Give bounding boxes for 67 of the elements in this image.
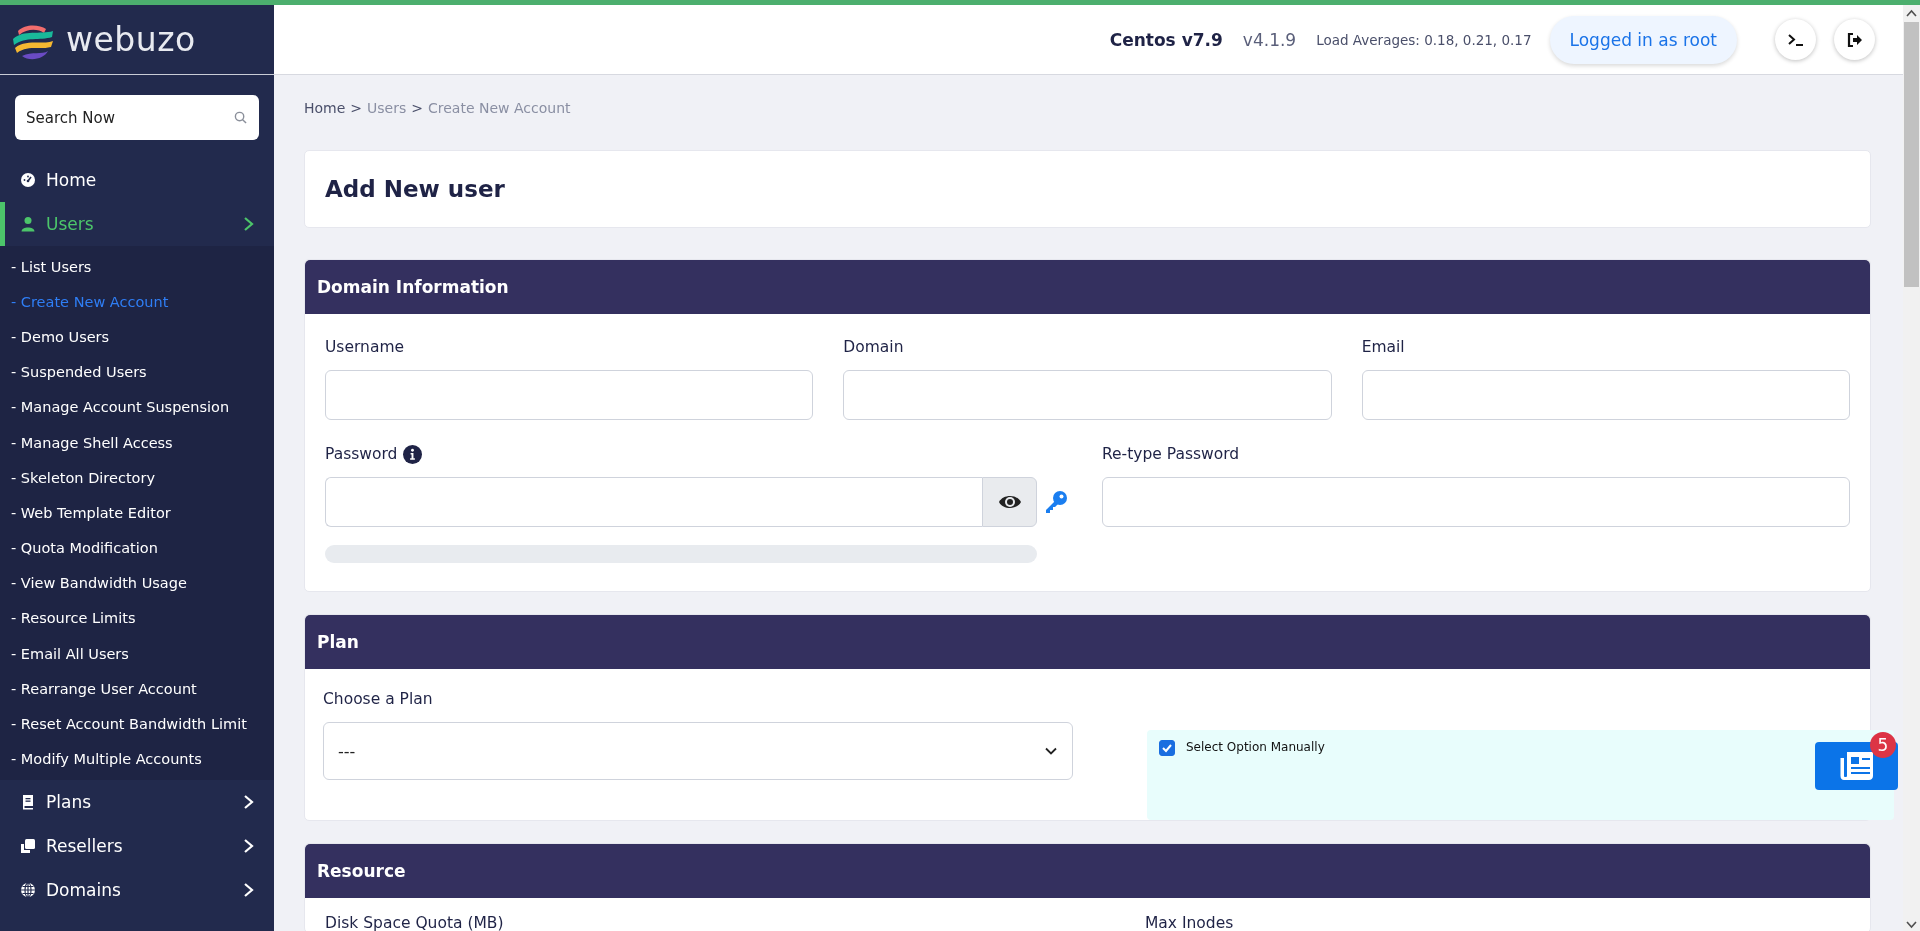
newspaper-icon (1838, 750, 1875, 782)
input-field[interactable] (325, 370, 814, 420)
submenu-item[interactable]: - Rearrange User Account (0, 671, 274, 707)
breadcrumb-separator: > (411, 100, 424, 116)
chevron-right-icon (243, 793, 254, 810)
sidebar-item[interactable]: Home (0, 158, 274, 202)
search-icon (234, 111, 247, 124)
book-icon (20, 793, 36, 810)
submenu-item[interactable]: - Manage Shell Access (0, 424, 274, 461)
page-title: Add New user (325, 176, 505, 202)
submenu-item[interactable]: - Skeleton Directory (0, 460, 274, 496)
gauge-icon (20, 172, 36, 188)
submenu-item[interactable]: - Modify Multiple Accounts (0, 741, 274, 777)
password-field[interactable] (325, 477, 1037, 527)
show-password-button[interactable] (982, 477, 1037, 527)
checkbox-label: Select Option Manually (1186, 740, 1325, 754)
app-version: v4.1.9 (1242, 29, 1297, 50)
field-label: Domain (843, 338, 904, 356)
globe-icon (20, 881, 36, 898)
scrollbar[interactable] (1903, 5, 1920, 931)
submenu-item[interactable]: - Resource Limits (0, 600, 274, 637)
copy-icon (20, 837, 36, 854)
submenu-item[interactable]: - Web Template Editor (0, 495, 274, 531)
field-label: Username (325, 338, 404, 356)
sidebar-item[interactable]: Resellers (0, 823, 274, 868)
section-header: Plan (305, 615, 1870, 669)
info-icon[interactable] (403, 444, 423, 464)
section-header: Resource (305, 844, 1870, 898)
submenu-item[interactable]: - Create New Account (0, 284, 274, 320)
breadcrumb-current: Create New Account (428, 100, 571, 116)
logout-icon (1845, 30, 1864, 49)
user-icon (20, 216, 36, 232)
submenu-item[interactable]: - List Users (0, 249, 274, 285)
chevron-right-icon (243, 881, 254, 898)
input-field[interactable] (1102, 477, 1850, 527)
field-label: Re-type Password (1102, 445, 1240, 463)
user-button[interactable]: Logged in as root (1549, 15, 1737, 64)
breadcrumb-separator: > (350, 100, 363, 116)
logout-button[interactable] (1834, 19, 1875, 60)
chevron-right-icon (243, 216, 254, 232)
submenu-item[interactable]: - Demo Users (0, 319, 274, 355)
submenu-item[interactable]: - View Bandwidth Usage (0, 565, 274, 601)
sidebar-item[interactable]: Domains (0, 867, 274, 912)
sidebar-item[interactable]: Plans (0, 779, 274, 824)
field-label: Choose a Plan (323, 690, 433, 708)
checkbox[interactable] (1159, 740, 1175, 756)
chevron-right-icon (243, 837, 254, 854)
input-field[interactable] (1361, 370, 1850, 420)
section-header: Domain Information (305, 260, 1870, 314)
submenu-item[interactable]: - Quota Modification (0, 530, 274, 566)
field-label: Email (1361, 338, 1405, 356)
os-version: Centos v7.9 (1109, 29, 1223, 50)
field-label: Password (325, 445, 398, 463)
load-averages: Load Averages: 0.18, 0.21, 0.17 (1316, 31, 1532, 48)
submenu-item[interactable]: - Email All Users (0, 636, 274, 672)
submenu-item[interactable]: - Manage Account Suspension (0, 389, 274, 425)
plan-select[interactable]: --- (323, 722, 1073, 780)
field-label: Max Inodes (1145, 914, 1235, 931)
breadcrumb-link[interactable]: Home (304, 100, 346, 116)
submenu-item[interactable]: - Suspended Users (0, 354, 274, 390)
submenu-item[interactable]: - Reset Account Bandwidth Limit (0, 706, 274, 742)
key-icon[interactable] (1043, 489, 1069, 515)
search-field[interactable]: Search Now (15, 95, 259, 140)
brand-name: webuzo (66, 20, 196, 59)
field-label: Disk Space Quota (MB) (325, 914, 505, 931)
terminal-button[interactable] (1775, 19, 1816, 60)
input-field[interactable] (843, 370, 1332, 420)
